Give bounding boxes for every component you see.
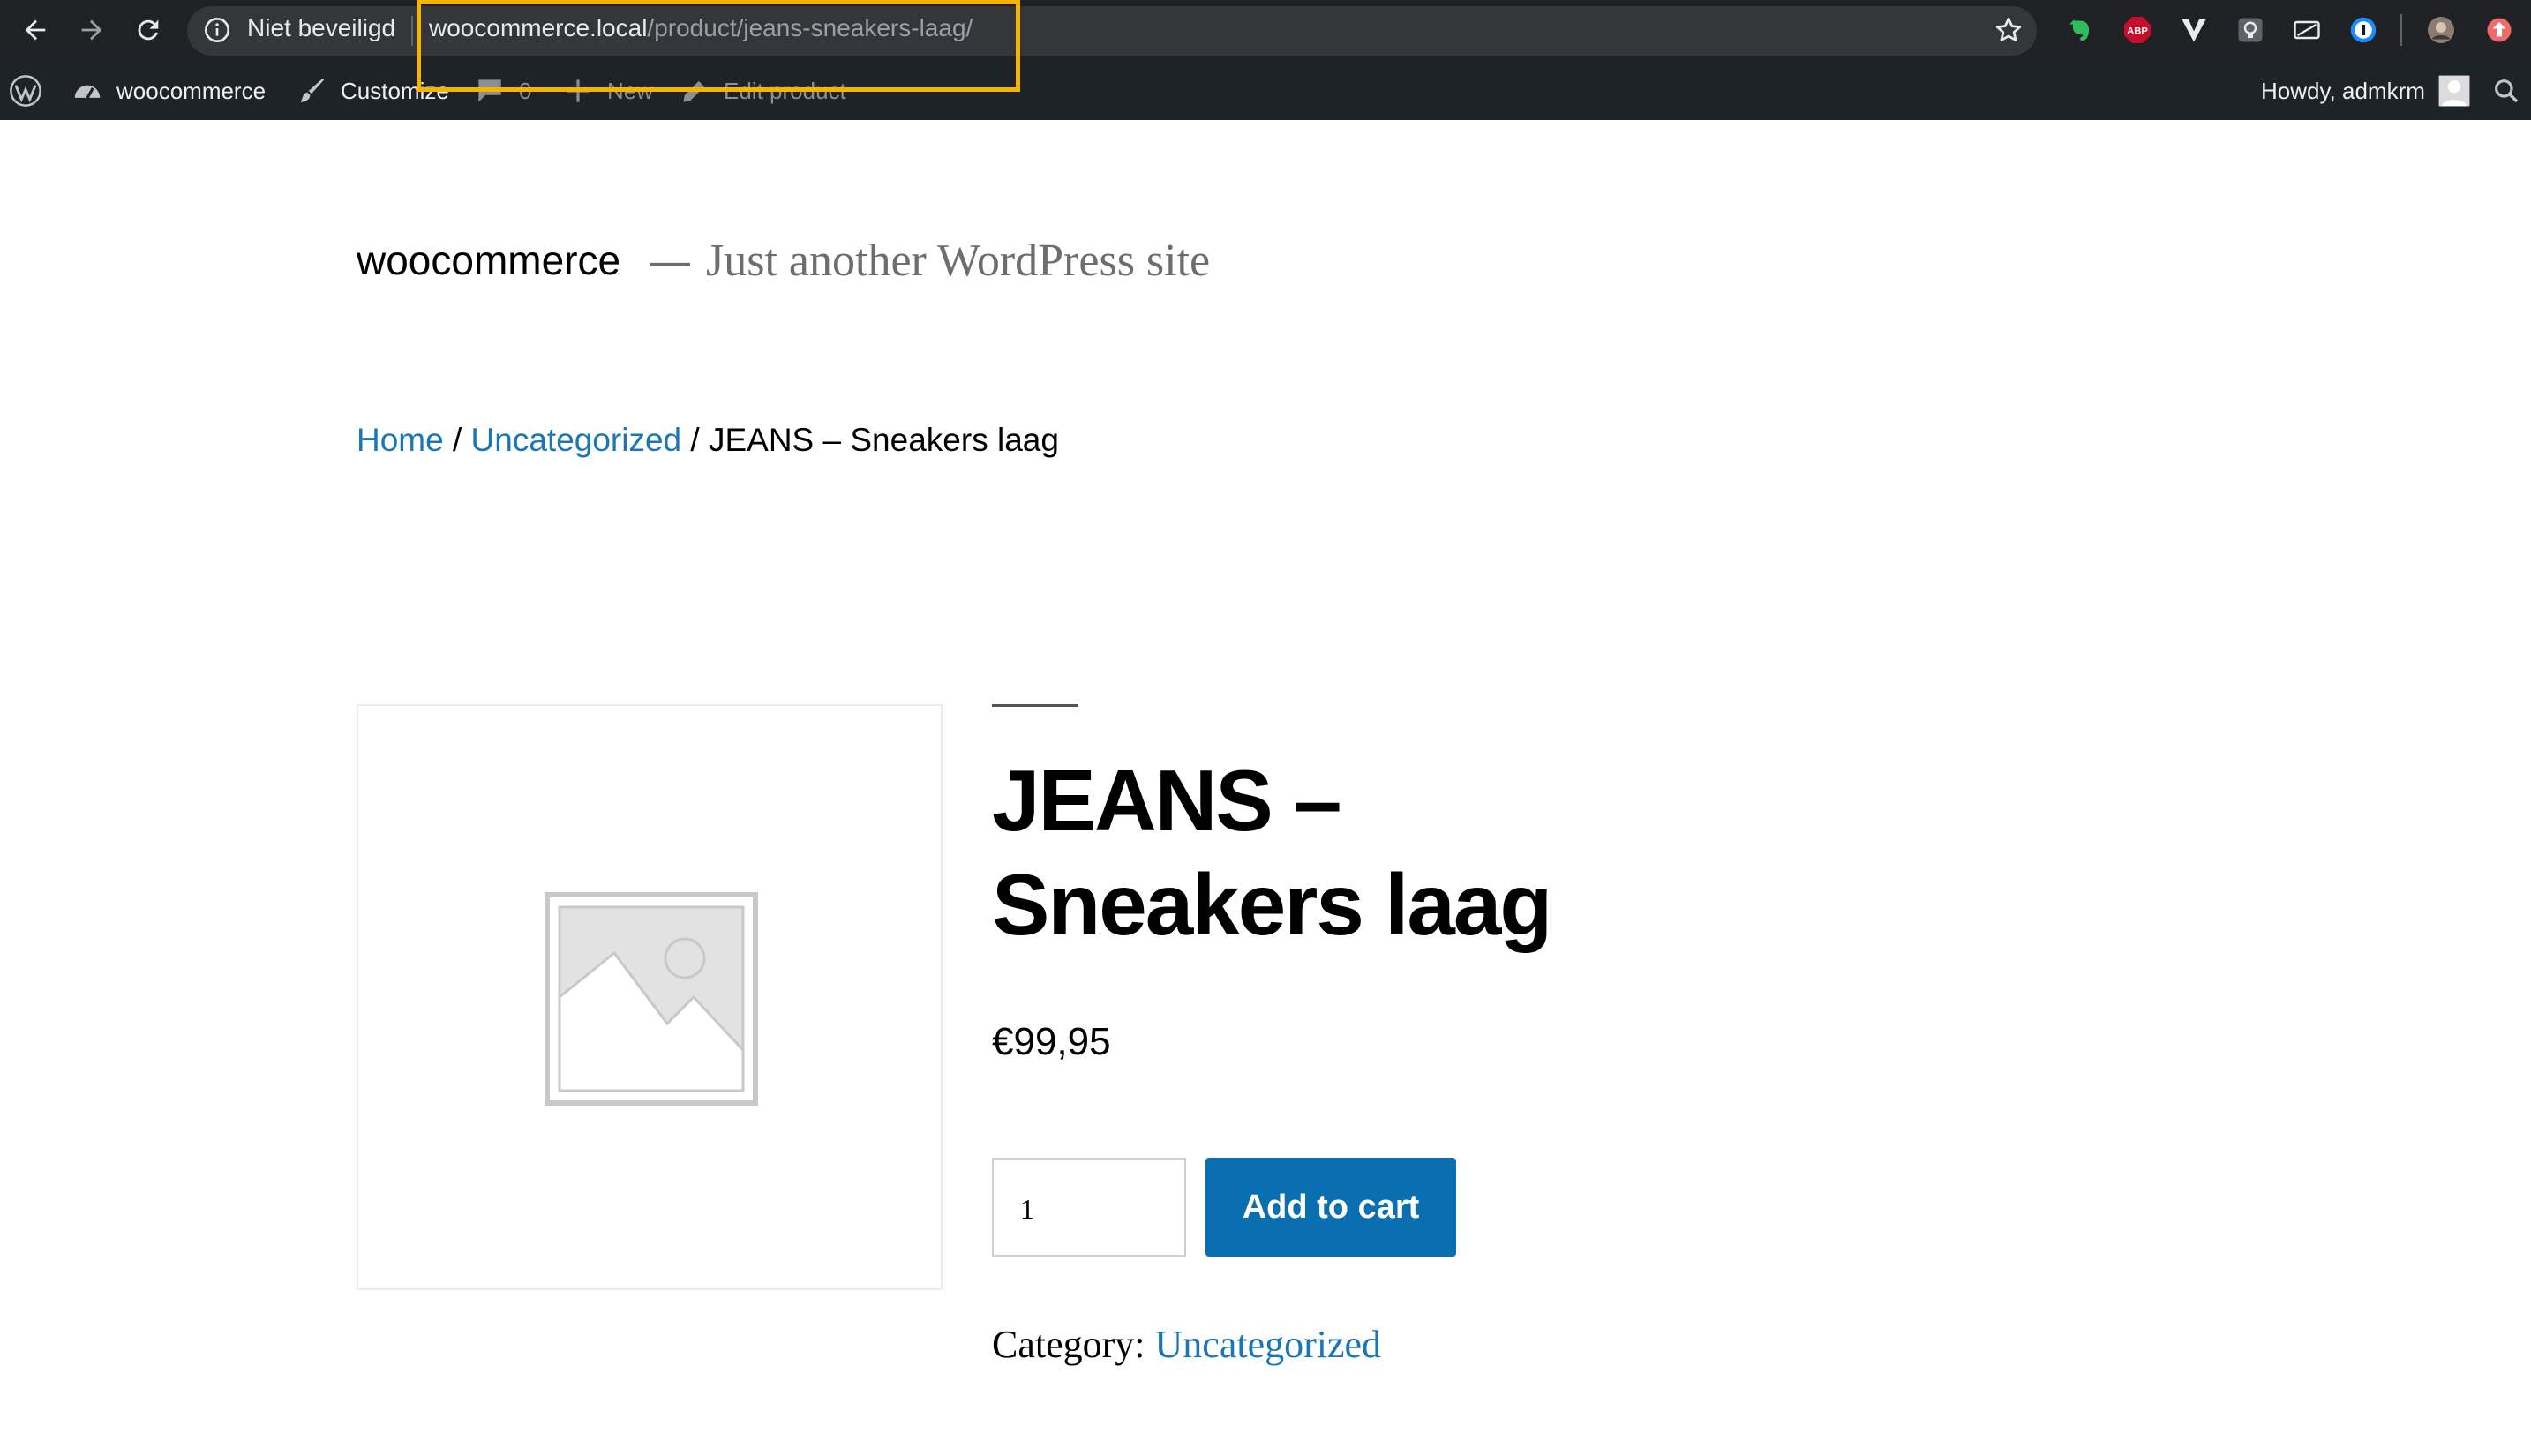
- url-highlight-box: [417, 0, 1020, 92]
- site-name-menu[interactable]: woocommerce: [71, 62, 266, 120]
- reload-icon: [138, 19, 159, 41]
- quantity-input[interactable]: 1: [992, 1158, 1186, 1257]
- breadcrumb-current: JEANS – Sneakers laag: [708, 422, 1059, 458]
- vivaldi-icon[interactable]: [2176, 12, 2212, 48]
- breadcrumb-separator: /: [443, 422, 471, 458]
- profile-avatar[interactable]: [2423, 12, 2459, 48]
- info-icon[interactable]: [203, 16, 231, 44]
- screen-icon[interactable]: [2289, 12, 2324, 48]
- brush-icon: [300, 78, 325, 102]
- forward-arrow-icon: [81, 19, 102, 41]
- browser-toolbar: Niet beveiligd woocommerce.local/product…: [0, 0, 2531, 62]
- site-name-label: woocommerce: [116, 77, 267, 104]
- bookmark-star-icon[interactable]: [1993, 14, 2024, 46]
- add-to-cart-button[interactable]: Add to cart: [1205, 1158, 1456, 1257]
- back-arrow-icon: [25, 19, 46, 41]
- wp-admin-bar: woocommerce Customize 0 New Edit product…: [0, 62, 2531, 120]
- search-icon: [2495, 79, 2519, 103]
- breadcrumb-home-link[interactable]: Home: [357, 422, 444, 458]
- site-tagline: Just another WordPress site: [706, 236, 1211, 286]
- breadcrumb-category-link[interactable]: Uncategorized: [471, 422, 682, 458]
- onepassword-icon[interactable]: [2346, 12, 2381, 48]
- site-title[interactable]: woocommerce: [357, 236, 620, 284]
- wp-logo-menu[interactable]: [9, 62, 55, 120]
- breadcrumb: Home / Uncategorized / JEANS – Sneakers …: [357, 422, 1059, 459]
- product-category-meta: Category: Uncategorized: [992, 1322, 1381, 1367]
- product-image[interactable]: [357, 704, 943, 1290]
- site-title-separator: —: [650, 237, 690, 283]
- adblock-plus-icon[interactable]: ABP: [2120, 12, 2155, 48]
- evernote-icon[interactable]: [2063, 12, 2099, 48]
- omnibox-divider: [411, 16, 413, 46]
- abp-label: ABP: [2127, 26, 2148, 37]
- reload-button[interactable]: [127, 9, 169, 51]
- image-placeholder-icon: [545, 892, 758, 1106]
- toolbar-separator: [2400, 14, 2402, 46]
- title-divider: [992, 704, 1078, 707]
- admin-search[interactable]: [2492, 62, 2531, 120]
- breadcrumb-separator: /: [681, 422, 709, 458]
- product-title: JEANS – Sneakers laag: [992, 752, 1552, 953]
- wordpress-logo-icon: [10, 75, 41, 107]
- greeting-label: Howdy, admkrm: [2261, 77, 2425, 104]
- forward-button[interactable]: [71, 9, 113, 51]
- quantity-value: 1: [1020, 1193, 1034, 1225]
- product-price: €99,95: [992, 1020, 1111, 1063]
- lightbulb-icon[interactable]: [2233, 12, 2268, 48]
- security-status-label[interactable]: Niet beveiligd: [247, 14, 395, 42]
- dashboard-gauge-icon: [74, 85, 101, 99]
- category-label: Category:: [992, 1323, 1145, 1366]
- update-icon[interactable]: [2482, 12, 2517, 48]
- back-button[interactable]: [14, 9, 56, 51]
- user-avatar-icon: [2438, 75, 2470, 107]
- my-account-menu[interactable]: Howdy, admkrm: [2261, 62, 2471, 120]
- category-link[interactable]: Uncategorized: [1155, 1323, 1382, 1366]
